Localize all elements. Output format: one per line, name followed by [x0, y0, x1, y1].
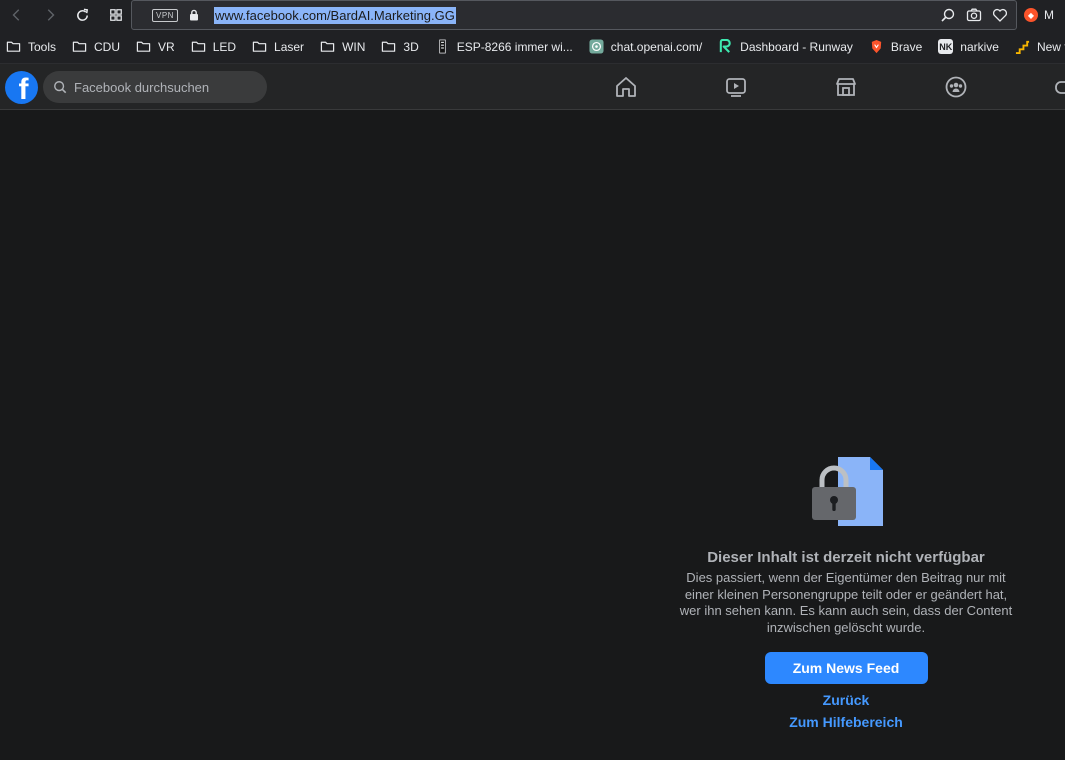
- message-body: Dies passiert, wenn der Eigentümer den B…: [679, 570, 1013, 635]
- nav-home[interactable]: [606, 64, 646, 110]
- nav-gaming[interactable]: [1046, 64, 1065, 110]
- facebook-logo[interactable]: f: [5, 71, 38, 104]
- folder-icon: [136, 39, 151, 54]
- back-link[interactable]: Zurück: [665, 693, 1027, 707]
- facebook-search[interactable]: [43, 71, 267, 103]
- bookmark-item[interactable]: LED: [191, 39, 236, 54]
- browser-address-bar: VPN www.facebook.com/BardAI.Marketing.GG…: [0, 0, 1065, 30]
- forward-arrow-icon[interactable]: [33, 0, 66, 30]
- search-icon: [54, 81, 67, 94]
- tab-grid-icon[interactable]: [99, 0, 132, 30]
- heart-icon[interactable]: [992, 7, 1008, 23]
- bookmark-item[interactable]: WIN: [320, 39, 365, 54]
- facebook-logo-letter: f: [18, 73, 29, 105]
- content-unavailable-message: Dieser Inhalt ist derzeit nicht verfügba…: [665, 450, 1027, 729]
- bookmark-label: 3D: [403, 39, 419, 54]
- bookmark-item[interactable]: CDU: [72, 39, 120, 54]
- extension-icon[interactable]: ◆: [1024, 8, 1038, 22]
- extension-label[interactable]: M: [1044, 8, 1054, 22]
- esp-board-icon: [435, 39, 450, 54]
- bookmark-label: narkive: [960, 39, 999, 54]
- bookmark-label: Laser: [274, 39, 305, 54]
- bookmark-item[interactable]: 3D: [381, 39, 419, 54]
- folder-icon: [381, 39, 396, 54]
- padlock-icon[interactable]: [188, 9, 200, 21]
- locked-content-icon: [812, 457, 883, 526]
- facebook-header: f: [0, 64, 1065, 110]
- bookmark-label: CDU: [94, 39, 121, 54]
- bookmark-label: Tools: [28, 39, 57, 54]
- bookmark-label: New topics -: [1036, 39, 1065, 54]
- bookmark-label: LED: [212, 39, 237, 54]
- bookmark-item[interactable]: Brave: [869, 39, 922, 54]
- bookmark-item[interactable]: NK narkive: [938, 39, 999, 54]
- bookmark-label: chat.openai.com/: [610, 39, 703, 54]
- news-feed-button[interactable]: Zum News Feed: [764, 652, 928, 684]
- bookmark-item[interactable]: Laser: [252, 39, 304, 54]
- vpn-badge[interactable]: VPN: [152, 8, 178, 22]
- brave-icon: [869, 39, 884, 54]
- folder-icon: [72, 39, 87, 54]
- bookmark-label: WIN: [342, 39, 366, 54]
- search-input[interactable]: [74, 79, 254, 95]
- nk-icon: NK: [938, 39, 954, 54]
- back-arrow-icon[interactable]: [0, 0, 33, 30]
- nav-marketplace[interactable]: [826, 64, 866, 110]
- bookmark-item[interactable]: New topics -: [1015, 39, 1065, 54]
- marketplace-icon: [836, 78, 856, 96]
- bookmark-label: VR: [158, 39, 175, 54]
- folder-icon: [320, 39, 335, 54]
- home-icon: [616, 77, 636, 97]
- bookmark-label: ESP-8266 immer wi...: [456, 39, 573, 54]
- watch-icon: [726, 78, 746, 97]
- bookmark-label: Brave: [890, 39, 923, 54]
- zoom-search-icon[interactable]: [940, 7, 956, 23]
- folder-icon: [191, 39, 206, 54]
- bookmark-item[interactable]: chat.openai.com/: [589, 39, 702, 54]
- bookmark-label: Dashboard - Runway: [740, 39, 853, 54]
- url-text[interactable]: www.facebook.com/BardAI.Marketing.GG: [213, 6, 456, 24]
- message-title: Dieser Inhalt ist derzeit nicht verfügba…: [707, 549, 985, 566]
- url-field[interactable]: VPN www.facebook.com/BardAI.Marketing.GG: [131, 0, 1017, 30]
- help-center-link[interactable]: Zum Hilfebereich: [665, 715, 1027, 729]
- nav-groups[interactable]: [936, 64, 976, 110]
- folder-icon: [252, 39, 267, 54]
- groups-icon: [945, 76, 967, 98]
- bookmarks-bar: Tools CDU VR LED Laser WIN 3D ESP-8266 immer wi…: [0, 30, 1065, 64]
- nav-watch[interactable]: [716, 64, 756, 110]
- stairs-icon: [1015, 39, 1030, 54]
- bookmark-item[interactable]: VR: [136, 39, 175, 54]
- bookmark-item[interactable]: Tools: [6, 39, 56, 54]
- gaming-icon: [1055, 81, 1065, 94]
- reload-icon[interactable]: [66, 0, 99, 30]
- runway-icon: [718, 39, 733, 54]
- bookmark-item[interactable]: Dashboard - Runway: [718, 39, 853, 54]
- openai-icon: [589, 39, 604, 54]
- folder-icon: [6, 39, 21, 54]
- camera-icon[interactable]: [966, 7, 982, 23]
- bookmark-item[interactable]: ESP-8266 immer wi...: [435, 39, 573, 54]
